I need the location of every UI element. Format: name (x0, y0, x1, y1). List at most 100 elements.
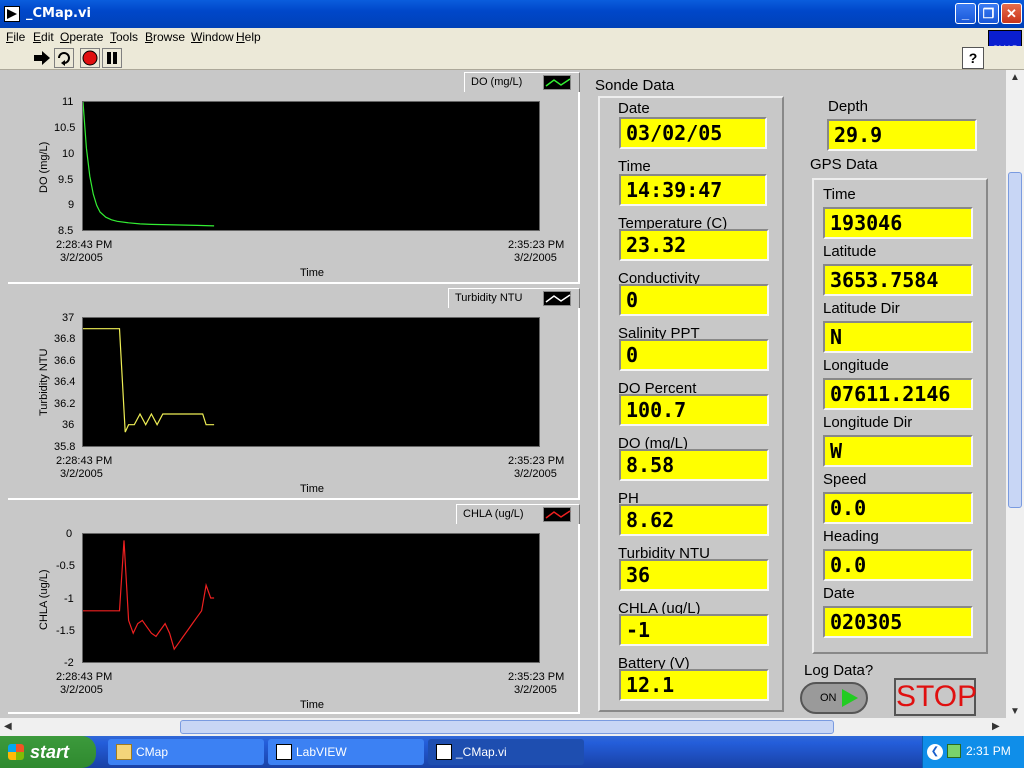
menu-bar: File Edit Operate Tools Browse Window He… (0, 28, 1024, 46)
turbidity-x-start-time: 2:28:43 PM (56, 455, 113, 467)
do-x-end-time: 2:35:23 PM (508, 239, 565, 251)
chla-y-tick: -0.5 (56, 560, 75, 572)
context-help-button[interactable]: ? (962, 47, 984, 69)
minimize-button[interactable]: _ (955, 3, 976, 24)
sonde-date-label: Date (618, 100, 650, 117)
labview-task-icon (276, 744, 292, 760)
do-x-start-date: 3/2/2005 (60, 252, 103, 264)
gps-longitude-value: 07611.2146 (823, 378, 973, 410)
chla-x-axis-label: Time (300, 699, 325, 711)
windows-logo-icon (8, 744, 24, 760)
chla-legend[interactable]: CHLA (ug/L) (456, 504, 580, 524)
pause-icon (107, 52, 117, 64)
chla-y-tick: -1.5 (56, 625, 75, 637)
do-y-tick: 10 (62, 148, 75, 160)
run-button[interactable] (32, 48, 52, 68)
stop-sign-icon (82, 50, 98, 66)
start-button[interactable]: start (0, 736, 96, 768)
do-legend[interactable]: DO (mg/L) (464, 72, 580, 92)
chla-y-tick: -1 (64, 593, 74, 605)
task-labview[interactable]: LabVIEW (268, 739, 424, 765)
pause-button[interactable] (102, 48, 122, 68)
do-y-axis-label: DO (mg/L) (38, 141, 50, 193)
sonde-ph-value: 8.62 (619, 504, 769, 536)
do-plot-area[interactable] (82, 101, 540, 231)
sonde-section-title: Sonde Data (595, 77, 675, 94)
gps-latitude-dir-label: Latitude Dir (823, 300, 900, 317)
depth-value: 29.9 (827, 119, 977, 151)
chla-y-axis-label: CHLA (ug/L) (38, 569, 50, 630)
sonde-date-value: 03/02/05 (619, 117, 767, 149)
chla-x-end-time: 2:35:23 PM (508, 671, 565, 683)
horizontal-scroll-thumb[interactable] (180, 720, 834, 734)
task-cmap-vi[interactable]: _CMap.vi (428, 739, 584, 765)
menu-browse[interactable]: Browse (145, 30, 185, 44)
scroll-down-arrow-icon[interactable]: ▼ (1010, 706, 1020, 717)
turbidity-y-tick: 37 (62, 312, 75, 324)
menu-help[interactable]: Help (236, 30, 261, 44)
scroll-right-arrow-icon[interactable]: ▶ (992, 721, 1000, 732)
menu-file[interactable]: File (6, 30, 25, 44)
play-arrow-icon (842, 689, 858, 707)
gps-speed-label: Speed (823, 471, 867, 488)
gps-latitude-dir-value: N (823, 321, 973, 353)
log-data-toggle[interactable]: ON (800, 682, 868, 714)
turbidity-x-start-date: 3/2/2005 (60, 468, 103, 480)
task-labview-label: LabVIEW (296, 745, 347, 759)
close-button[interactable]: ✕ (1001, 3, 1022, 24)
menu-tools[interactable]: Tools (110, 30, 138, 44)
stop-button[interactable]: STOP (894, 678, 977, 716)
do-y-tick: 9 (68, 199, 75, 211)
labview-icon (4, 6, 20, 22)
do-y-tick: 11 (62, 96, 74, 108)
chla-legend-label: CHLA (ug/L) (463, 508, 524, 520)
menu-window[interactable]: Window (191, 30, 234, 44)
turbidity-y-tick: 36.6 (54, 355, 76, 367)
run-continuously-button[interactable] (54, 48, 74, 68)
vertical-scroll-thumb[interactable] (1008, 172, 1022, 508)
restore-button[interactable]: ❐ (978, 3, 999, 24)
clock: 2:31 PM (966, 744, 1011, 758)
vi-task-icon (436, 744, 452, 760)
depth-label: Depth (828, 98, 869, 115)
abort-button[interactable] (80, 48, 100, 68)
gps-section-title: GPS Data (810, 156, 878, 173)
turbidity-legend[interactable]: Turbidity NTU (448, 288, 580, 308)
menu-operate[interactable]: Operate (60, 30, 103, 44)
chla-plot-svg (83, 540, 215, 651)
turbidity-plot-svg (83, 328, 215, 433)
chla-y-tick: -2 (64, 657, 74, 669)
chla-y-tick: 0 (66, 528, 73, 540)
sonde-do-mgl-value: 8.58 (619, 449, 769, 481)
start-label: start (30, 742, 70, 762)
log-data-label: Log Data? (804, 662, 874, 679)
gps-longitude-dir-value: W (823, 435, 973, 467)
tray-expand-icon[interactable]: ❮ (927, 744, 943, 760)
turbidity-x-end-date: 3/2/2005 (514, 468, 557, 480)
gps-time-value: 193046 (823, 207, 973, 239)
chla-x-start-date: 3/2/2005 (60, 684, 103, 696)
folder-icon (116, 744, 132, 760)
do-y-tick: 9.5 (58, 174, 74, 186)
chla-x-start-time: 2:28:43 PM (56, 671, 113, 683)
turbidity-plot-area[interactable] (82, 317, 540, 447)
sonde-conductivity-value: 0 (619, 284, 769, 316)
sonde-battery-value: 12.1 (619, 669, 769, 701)
gps-longitude-dir-label: Longitude Dir (823, 414, 913, 431)
menu-edit[interactable]: Edit (33, 30, 54, 44)
chla-plot-area[interactable] (82, 533, 540, 663)
turbidity-y-tick: 36.4 (54, 376, 76, 388)
turbidity-y-tick: 36.2 (54, 398, 76, 410)
gps-latitude-label: Latitude (823, 243, 877, 260)
turbidity-y-axis-label: Turbidity NTU (38, 348, 50, 416)
sonde-do-percent-value: 100.7 (619, 394, 769, 426)
scroll-up-arrow-icon[interactable]: ▲ (1010, 72, 1020, 83)
network-icon[interactable] (947, 744, 961, 758)
task-cmap[interactable]: CMap (108, 739, 264, 765)
chla-legend-swatch (543, 507, 571, 522)
turbidity-y-tick: 36.8 (54, 333, 76, 345)
toggle-on-label: ON (820, 692, 837, 704)
title-bar: _CMap.vi _ ❐ ✕ (0, 0, 1024, 28)
scroll-left-arrow-icon[interactable]: ◀ (4, 721, 12, 732)
do-legend-label: DO (mg/L) (471, 76, 523, 88)
